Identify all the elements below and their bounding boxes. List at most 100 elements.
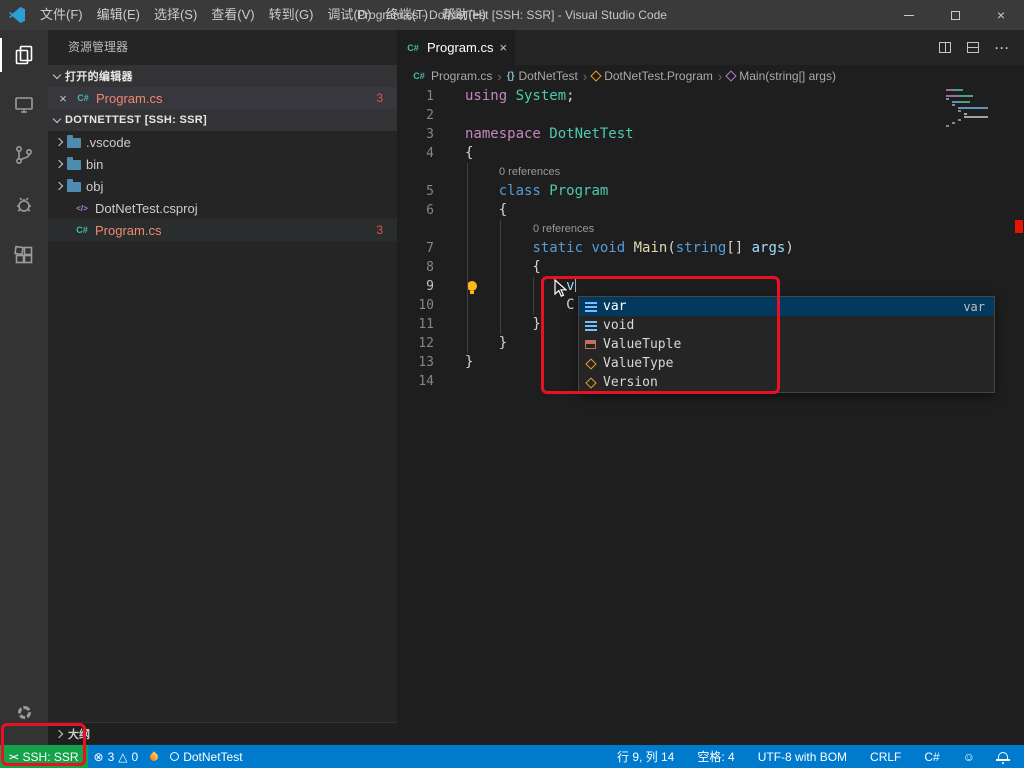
code-token: Program	[549, 183, 609, 199]
code-line[interactable]: 2	[397, 106, 1024, 125]
class-symbol-icon	[585, 376, 597, 389]
tree-item-vscode-folder[interactable]: .vscode	[48, 131, 397, 153]
code-token: (	[667, 240, 676, 256]
error-count-badge: 3	[376, 91, 383, 105]
menu-file[interactable]: 文件(F)	[33, 0, 90, 30]
maximize-button[interactable]	[932, 0, 978, 30]
code-token: DotNetTest	[549, 126, 634, 142]
close-button[interactable]: ×	[978, 0, 1024, 30]
line-number[interactable]: 5	[397, 182, 455, 201]
tree-item-csproj[interactable]: </> DotNetTest.csproj	[48, 197, 397, 219]
codelens-references[interactable]: 0 references	[397, 220, 1024, 239]
code-token: }	[465, 335, 508, 351]
line-number[interactable]: 7	[397, 239, 455, 258]
extensions-icon[interactable]	[0, 230, 48, 280]
line-number[interactable]: 11	[397, 315, 455, 334]
code-line[interactable]: 6 {	[397, 201, 1024, 220]
suggest-item-var[interactable]: var var	[579, 297, 994, 316]
feedback-smiley-icon[interactable]: ☺	[957, 745, 981, 768]
minimize-button[interactable]	[886, 0, 932, 30]
split-editor-icon[interactable]	[939, 42, 951, 53]
line-number[interactable]: 4	[397, 144, 455, 163]
line-number[interactable]: 10	[397, 296, 455, 315]
code-editor[interactable]: 1 using System; 2 3 namespace DotNetTest…	[397, 87, 1024, 745]
code-text: namespace DotNetTest	[455, 125, 634, 144]
tab-program-cs[interactable]: C# Program.cs ×	[397, 30, 515, 65]
line-number[interactable]: 12	[397, 334, 455, 353]
code-line[interactable]: 5 class Program	[397, 182, 1024, 201]
line-number[interactable]: 14	[397, 372, 455, 391]
breadcrumb-class[interactable]: DotNetTest.Program	[590, 69, 713, 83]
debug-icon[interactable]	[0, 180, 48, 230]
outline-section-header[interactable]: 大纲	[48, 722, 397, 744]
line-number[interactable]: 8	[397, 258, 455, 277]
project-name: DotNetTest	[183, 749, 243, 764]
code-text: }	[455, 334, 507, 353]
breadcrumb-method[interactable]: Main(string[] args)	[725, 69, 836, 83]
line-number[interactable]: 2	[397, 106, 455, 125]
suggest-item-valuetuple[interactable]: ValueTuple	[579, 335, 994, 354]
codelens-label[interactable]: 0 references	[499, 163, 560, 182]
indentation-setting[interactable]: 空格: 4	[691, 745, 740, 768]
source-control-icon[interactable]	[0, 130, 48, 180]
code-line-current[interactable]: 9 v	[397, 277, 1024, 296]
line-number[interactable]: 9	[397, 277, 455, 296]
folder-icon	[67, 157, 81, 170]
tree-item-bin-folder[interactable]: bin	[48, 153, 397, 175]
tree-item-obj-folder[interactable]: obj	[48, 175, 397, 197]
omnisharp-status[interactable]	[144, 745, 164, 768]
menu-selection[interactable]: 选择(S)	[147, 0, 204, 30]
codelens-label[interactable]: 0 references	[533, 220, 594, 239]
line-number[interactable]: 3	[397, 125, 455, 144]
breadcrumb-file[interactable]: C# Program.cs	[411, 69, 492, 83]
suggest-item-valuetype[interactable]: ValueType	[579, 354, 994, 373]
menu-edit[interactable]: 编辑(E)	[90, 0, 147, 30]
encoding-setting[interactable]: UTF-8 with BOM	[752, 745, 853, 768]
code-line[interactable]: 3 namespace DotNetTest	[397, 125, 1024, 144]
remote-indicator[interactable]: >< SSH: SSR	[0, 745, 88, 768]
code-line[interactable]: 8 {	[397, 258, 1024, 277]
codelens-references[interactable]: 0 references	[397, 163, 1024, 182]
open-editor-item[interactable]: × C# Program.cs 3	[48, 87, 397, 109]
line-number[interactable]: 1	[397, 87, 455, 106]
tree-item-label: bin	[86, 156, 104, 172]
error-count: 3	[107, 749, 115, 764]
explorer-icon[interactable]	[0, 30, 48, 80]
code-line[interactable]: 4 {	[397, 144, 1024, 163]
settings-gear-icon[interactable]	[0, 687, 48, 737]
breadcrumb-label: DotNetTest	[518, 69, 578, 83]
eol-setting[interactable]: CRLF	[864, 745, 907, 768]
breadcrumb-separator: ›	[717, 68, 723, 84]
lightbulb-icon[interactable]	[467, 281, 477, 294]
open-editors-label: 打开的编辑器	[65, 71, 133, 83]
minimap[interactable]	[946, 89, 1008, 128]
suggest-item-void[interactable]: void	[579, 316, 994, 335]
suggest-item-version[interactable]: Version	[579, 373, 994, 392]
problems-indicator[interactable]: ⊗ 3 △ 0	[88, 745, 145, 768]
breadcrumb-namespace[interactable]: {} DotNetTest	[507, 69, 578, 83]
editor-layout-icon[interactable]	[967, 42, 979, 53]
project-section-header[interactable]: DOTNETTEST [SSH: SSR]	[48, 109, 397, 131]
outline-label: 大纲	[68, 728, 90, 741]
tree-item-program-cs[interactable]: C# Program.cs 3	[48, 219, 397, 241]
code-text: static void Main(string[] args)	[455, 239, 793, 258]
remote-explorer-icon[interactable]	[0, 80, 48, 130]
warning-icon: △	[118, 749, 128, 764]
project-selector[interactable]: DotNetTest	[164, 745, 248, 768]
more-actions-icon[interactable]: ···	[995, 41, 1010, 55]
open-editors-header[interactable]: 打开的编辑器	[48, 65, 397, 87]
menu-view[interactable]: 查看(V)	[204, 0, 261, 30]
close-editor-icon[interactable]: ×	[56, 91, 70, 106]
line-number[interactable]: 6	[397, 201, 455, 220]
code-line[interactable]: 1 using System;	[397, 87, 1024, 106]
cursor-position[interactable]: 行 9, 列 14	[611, 745, 680, 768]
method-icon	[725, 70, 737, 82]
code-line[interactable]: 7 static void Main(string[] args)	[397, 239, 1024, 258]
notifications-bell-icon[interactable]	[992, 745, 1014, 768]
close-tab-icon[interactable]: ×	[499, 40, 507, 55]
menu-go[interactable]: 转到(G)	[262, 0, 321, 30]
line-number[interactable]: 13	[397, 353, 455, 372]
language-mode[interactable]: C#	[918, 745, 945, 768]
